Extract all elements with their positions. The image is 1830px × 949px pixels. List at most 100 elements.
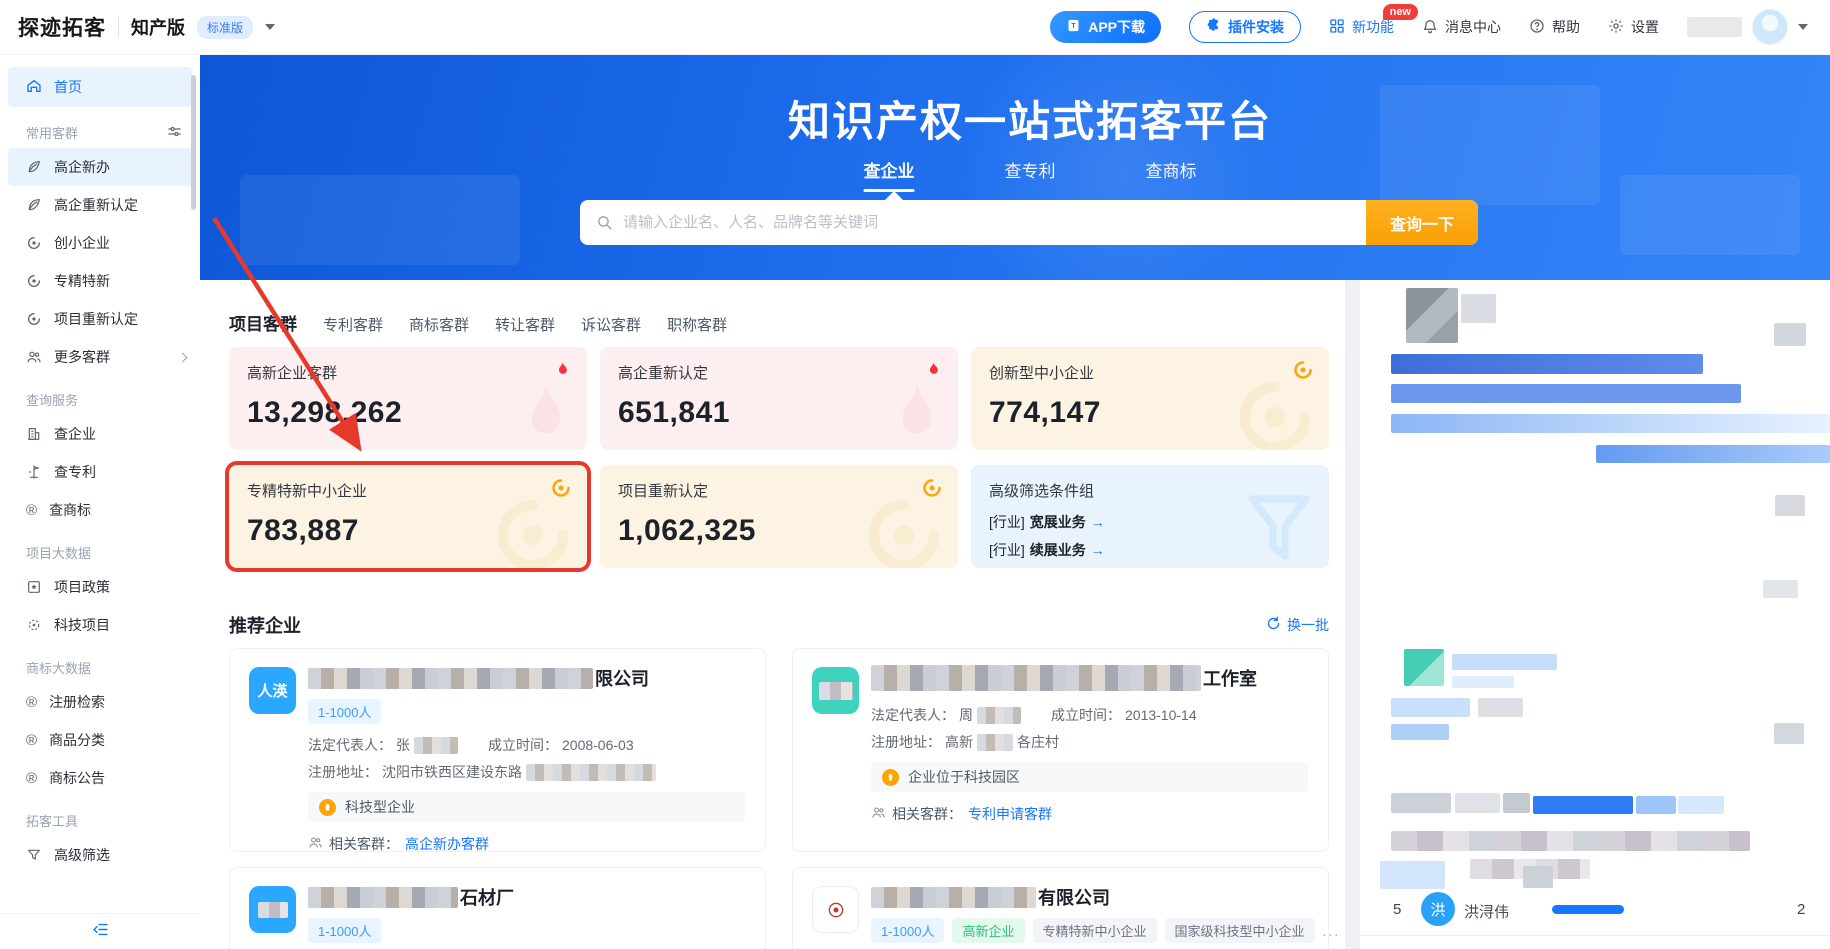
- sidebar-item-shangbiao-gonggao[interactable]: ® 商标公告: [0, 759, 200, 797]
- user-name: 洪浔伟: [1464, 904, 1510, 921]
- sidebar-item-gaoqi-xinban[interactable]: 高企新办: [8, 148, 192, 186]
- company-address-line: 注册地址： 沈阳市铁西区建设东路: [308, 762, 745, 782]
- company-card[interactable]: 人渶 限公司 1-1000人 法定代表人：张 成立时间： 2008-06-03 注…: [229, 648, 766, 852]
- account-menu[interactable]: [1687, 9, 1808, 45]
- search-bar: 查询一下: [580, 200, 1478, 245]
- sidebar-item-cha-zhuanli[interactable]: 查专利: [0, 453, 200, 491]
- people-icon: [871, 805, 886, 823]
- recommend-title: 推荐企业: [229, 616, 301, 636]
- mosaic-block: [1380, 861, 1445, 889]
- collapse-sidebar-icon[interactable]: [92, 921, 109, 943]
- tab-cha-zhuanli[interactable]: 查专利: [1005, 157, 1056, 192]
- search-input[interactable]: [613, 214, 1366, 231]
- home-icon: [26, 78, 42, 97]
- sidebar-item-gaoqi-chongxin[interactable]: 高企重新认定: [0, 186, 200, 224]
- sidebar-section-common: 常用客群: [0, 109, 200, 148]
- hero-decoration: [1620, 175, 1800, 255]
- building-icon: [26, 426, 42, 442]
- patent-icon: [26, 464, 42, 480]
- registered-icon: ®: [26, 769, 38, 787]
- message-center-link[interactable]: 消息中心: [1422, 17, 1501, 37]
- sidebar: 首页 常用客群 高企新办 高企重新认定 创小企业 专精特新 项目重新认定 更多客…: [0, 55, 200, 949]
- sidebar-scrollbar[interactable]: [191, 75, 196, 210]
- sidebar-item-xiangmu-zhengce[interactable]: 项目政策: [0, 568, 200, 606]
- new-features-link[interactable]: 新功能 new: [1329, 4, 1418, 37]
- message-center-label: 消息中心: [1445, 19, 1501, 35]
- edition-badge: 标准版: [197, 15, 254, 39]
- sidebar-item-cha-qiye[interactable]: 查企业: [0, 415, 200, 453]
- company-size-tag: 1-1000人: [871, 918, 945, 943]
- tab-zhuanrang-kequn[interactable]: 转让客群: [495, 314, 555, 335]
- blurred-text: [526, 763, 656, 781]
- sidebar-item-zhuce-jiansuo[interactable]: ® 注册检索: [0, 683, 200, 721]
- swirl-icon: [26, 273, 42, 289]
- blurred-text: [818, 681, 853, 700]
- sidebar-item-shangpin-fenlei[interactable]: ® 商品分类: [0, 721, 200, 759]
- help-link[interactable]: 帮助: [1529, 17, 1580, 37]
- tab-shangbiao-kequn[interactable]: 商标客群: [409, 314, 469, 335]
- stat-card-zhuanjingtexin[interactable]: 专精特新中小企业 783,887: [229, 465, 587, 568]
- swirl-watermark: [493, 495, 573, 568]
- company-logo: [249, 886, 296, 933]
- people-icon: [308, 835, 323, 853]
- company-tag: 专精特新中小企业: [1032, 918, 1157, 943]
- sidebar-item-xiangmu-chongxin[interactable]: 项目重新认定: [0, 300, 200, 338]
- related-groups-row: 相关客群： 专利申请客群: [871, 804, 1308, 824]
- score-bar: [1552, 905, 1624, 914]
- filter-slider-icon[interactable]: [167, 124, 182, 142]
- help-label: 帮助: [1552, 19, 1580, 35]
- sidebar-item-chuangxiao[interactable]: 创小企业: [0, 224, 200, 262]
- blurred-text: [977, 733, 1013, 751]
- stat-card-chuangxinxing[interactable]: 创新型中小企业 774,147: [971, 347, 1329, 450]
- new-badge: new: [1382, 4, 1418, 20]
- company-title: 石材厂: [308, 884, 745, 910]
- tab-xiangmu-kequn[interactable]: 项目客群: [229, 310, 297, 335]
- company-card[interactable]: 有限公司 1-1000人 高新企业 专精特新中小企业 国家级科技型中小企业 ..…: [792, 867, 1338, 949]
- phone-icon: T: [1066, 18, 1081, 36]
- registered-icon: ®: [26, 501, 38, 519]
- related-groups-row: 相关客群： 高企新办客群: [308, 834, 745, 854]
- related-group-link[interactable]: 专利申请客群: [968, 804, 1052, 824]
- user-avatar: 洪: [1421, 892, 1455, 926]
- tab-zhuanli-kequn[interactable]: 专利客群: [323, 314, 383, 335]
- hero-decoration: [1380, 85, 1600, 205]
- filter-conditions-card[interactable]: 高级筛选条件组 [行业] 宽展业务 → [行业] 续展业务 →: [971, 465, 1329, 568]
- plugin-install-button[interactable]: 插件安装: [1189, 11, 1301, 43]
- arrow-right-icon: →: [1090, 514, 1105, 530]
- tab-susong-kequn[interactable]: 诉讼客群: [581, 314, 641, 335]
- stat-card-gaoqi-chongxin[interactable]: 高企重新认定 651,841: [600, 347, 958, 450]
- sidebar-item-keji-xiangmu[interactable]: 科技项目: [0, 606, 200, 644]
- company-card[interactable]: 工作室 法定代表人：周 成立时间： 2013-10-14 注册地址： 高新 各庄村 …: [792, 648, 1329, 852]
- stat-card-gaoxin-qiye[interactable]: 高新企业客群 13,298,262: [229, 347, 587, 450]
- gear-icon: [1608, 18, 1624, 37]
- tab-cha-qiye[interactable]: 查企业: [863, 157, 915, 192]
- sidebar-item-more-groups[interactable]: 更多客群: [0, 338, 200, 376]
- divider: [1360, 935, 1830, 936]
- refresh-batch-link[interactable]: 换一批: [1266, 615, 1329, 635]
- sidebar-item-cha-shangbiao[interactable]: ® 查商标: [0, 491, 200, 529]
- related-group-link[interactable]: 高企新办客群: [405, 834, 489, 854]
- more-tags-indicator[interactable]: ...: [1323, 923, 1341, 939]
- flame-watermark: [511, 379, 573, 450]
- search-button[interactable]: 查询一下: [1366, 200, 1478, 245]
- tab-zhicheng-kequn[interactable]: 职称客群: [667, 314, 727, 335]
- app-download-button[interactable]: T APP下载: [1050, 11, 1161, 43]
- edition-title: 知产版: [131, 18, 185, 38]
- mosaic-block: [1503, 793, 1530, 813]
- top-navbar: 探迹拓客 知产版 标准版 T APP下载 插件安装 新功能 new 消息中心 帮…: [0, 0, 1830, 55]
- settings-link[interactable]: 设置: [1608, 17, 1659, 37]
- mosaic-block: [1404, 649, 1444, 686]
- company-size-tag: 1-1000人: [308, 918, 382, 943]
- sidebar-item-home[interactable]: 首页: [8, 67, 192, 107]
- sidebar-section-trademark-bigdata: 商标大数据: [26, 661, 92, 676]
- bar-chart-bar: [1391, 384, 1741, 403]
- sidebar-item-gaoji-shaixuan[interactable]: 高级筛选: [0, 836, 200, 874]
- stat-card-xiangmu-chongxin[interactable]: 项目重新认定 1,062,325: [600, 465, 958, 568]
- chevron-down-icon[interactable]: [265, 24, 276, 30]
- tab-cha-shangbiao[interactable]: 查商标: [1146, 157, 1197, 192]
- sidebar-item-zhuanjingtexin[interactable]: 专精特新: [0, 262, 200, 300]
- recommend-header: 推荐企业 换一批: [229, 612, 1329, 638]
- company-card[interactable]: 石材厂 1-1000人: [229, 867, 766, 949]
- avatar: [1752, 9, 1788, 45]
- sidebar-section-tools: 拓客工具: [26, 814, 79, 829]
